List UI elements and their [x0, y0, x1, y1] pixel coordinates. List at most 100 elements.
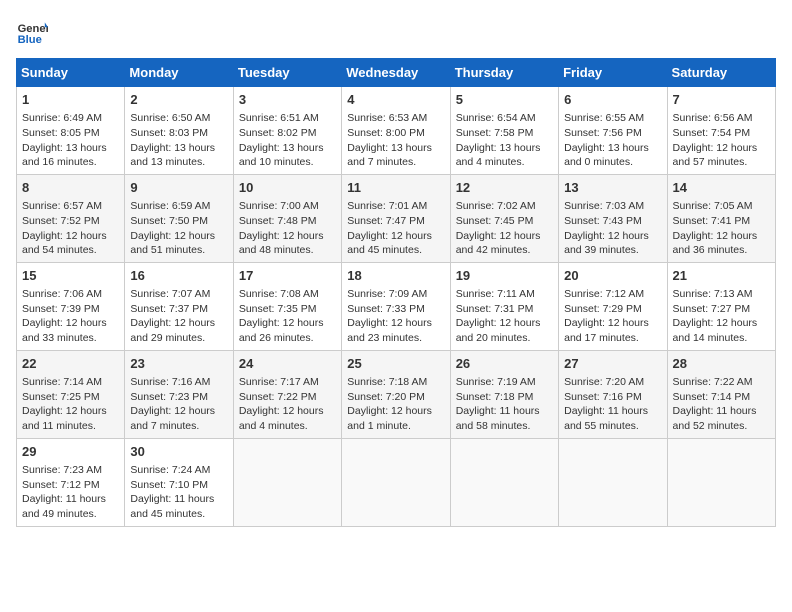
cell-text: Sunset: 7:52 PM	[22, 214, 119, 229]
cell-text: Sunset: 7:43 PM	[564, 214, 661, 229]
calendar-cell: 3Sunrise: 6:51 AMSunset: 8:02 PMDaylight…	[233, 87, 341, 175]
day-number: 14	[673, 179, 770, 197]
calendar-cell: 28Sunrise: 7:22 AMSunset: 7:14 PMDayligh…	[667, 350, 775, 438]
cell-text: Sunset: 7:41 PM	[673, 214, 770, 229]
cell-text: and 20 minutes.	[456, 331, 553, 346]
calendar-cell	[450, 438, 558, 526]
calendar-cell: 30Sunrise: 7:24 AMSunset: 7:10 PMDayligh…	[125, 438, 233, 526]
cell-text: and 54 minutes.	[22, 243, 119, 258]
cell-text: and 23 minutes.	[347, 331, 444, 346]
cell-text: Daylight: 12 hours	[347, 404, 444, 419]
cell-text: Sunrise: 7:14 AM	[22, 375, 119, 390]
calendar-cell: 25 Sunrise: 7:18 AMSunset: 7:20 PMDayligh…	[342, 350, 450, 438]
calendar-cell	[667, 438, 775, 526]
cell-text: Daylight: 13 hours	[239, 141, 336, 156]
cell-text: Sunrise: 7:19 AM	[456, 375, 553, 390]
page-header: General Blue	[16, 16, 776, 48]
day-number: 23	[130, 355, 227, 373]
cell-text: Sunset: 7:14 PM	[673, 390, 770, 405]
calendar-cell: 13Sunrise: 7:03 AMSunset: 7:43 PMDayligh…	[559, 174, 667, 262]
cell-text: Daylight: 12 hours	[22, 316, 119, 331]
calendar-cell: 7Sunrise: 6:56 AMSunset: 7:54 PMDaylight…	[667, 87, 775, 175]
column-header-friday: Friday	[559, 59, 667, 87]
day-number: 7	[673, 91, 770, 109]
cell-text: Daylight: 11 hours	[130, 492, 227, 507]
cell-text: Sunrise: 7:00 AM	[239, 199, 336, 214]
day-number: 22	[22, 355, 119, 373]
calendar-cell: 16Sunrise: 7:07 AMSunset: 7:37 PMDayligh…	[125, 262, 233, 350]
cell-text: Sunset: 7:25 PM	[22, 390, 119, 405]
cell-text: Sunset: 7:31 PM	[456, 302, 553, 317]
cell-text: Sunrise: 7:07 AM	[130, 287, 227, 302]
day-number: 19	[456, 267, 553, 285]
cell-text: and 36 minutes.	[673, 243, 770, 258]
cell-text: Sunset: 8:00 PM	[347, 126, 444, 141]
cell-text: Sunrise: 6:54 AM	[456, 111, 553, 126]
logo: General Blue	[16, 16, 52, 48]
day-number: 10	[239, 179, 336, 197]
cell-text: Sunrise: 7:23 AM	[22, 463, 119, 478]
cell-text: Sunset: 7:12 PM	[22, 478, 119, 493]
cell-text: Sunset: 7:22 PM	[239, 390, 336, 405]
cell-text: and 45 minutes.	[347, 243, 444, 258]
day-number: 12	[456, 179, 553, 197]
calendar-cell: 12Sunrise: 7:02 AMSunset: 7:45 PMDayligh…	[450, 174, 558, 262]
column-header-row: SundayMondayTuesdayWednesdayThursdayFrid…	[17, 59, 776, 87]
cell-text: Sunset: 7:33 PM	[347, 302, 444, 317]
cell-text: Daylight: 12 hours	[130, 316, 227, 331]
cell-text: and 11 minutes.	[22, 419, 119, 434]
calendar-cell: 22Sunrise: 7:14 AMSunset: 7:25 PMDayligh…	[17, 350, 125, 438]
cell-text: Sunrise: 7:01 AM	[347, 199, 444, 214]
cell-text: Sunset: 7:56 PM	[564, 126, 661, 141]
calendar-cell: 6Sunrise: 6:55 AMSunset: 7:56 PMDaylight…	[559, 87, 667, 175]
calendar-cell: 2Sunrise: 6:50 AMSunset: 8:03 PMDaylight…	[125, 87, 233, 175]
cell-text: Daylight: 13 hours	[22, 141, 119, 156]
calendar-week-2: 8Sunrise: 6:57 AMSunset: 7:52 PMDaylight…	[17, 174, 776, 262]
column-header-tuesday: Tuesday	[233, 59, 341, 87]
cell-text: and 49 minutes.	[22, 507, 119, 522]
calendar-cell	[342, 438, 450, 526]
cell-text: Sunrise: 7:13 AM	[673, 287, 770, 302]
day-number: 5	[456, 91, 553, 109]
calendar-week-1: 1Sunrise: 6:49 AMSunset: 8:05 PMDaylight…	[17, 87, 776, 175]
calendar-cell: 23Sunrise: 7:16 AMSunset: 7:23 PMDayligh…	[125, 350, 233, 438]
day-number: 2	[130, 91, 227, 109]
calendar-cell	[233, 438, 341, 526]
cell-text: Sunrise: 6:50 AM	[130, 111, 227, 126]
cell-text: Daylight: 12 hours	[564, 316, 661, 331]
cell-text: Sunset: 7:39 PM	[22, 302, 119, 317]
calendar-cell: 8Sunrise: 6:57 AMSunset: 7:52 PMDaylight…	[17, 174, 125, 262]
cell-text: Daylight: 12 hours	[673, 229, 770, 244]
day-number: 13	[564, 179, 661, 197]
cell-text: and 7 minutes.	[130, 419, 227, 434]
cell-text: Sunrise: 6:49 AM	[22, 111, 119, 126]
cell-text: Daylight: 12 hours	[22, 229, 119, 244]
day-number: 16	[130, 267, 227, 285]
column-header-thursday: Thursday	[450, 59, 558, 87]
cell-text: and 17 minutes.	[564, 331, 661, 346]
calendar-cell: 29Sunrise: 7:23 AMSunset: 7:12 PMDayligh…	[17, 438, 125, 526]
cell-text: Sunrise: 7:20 AM	[564, 375, 661, 390]
cell-text: Sunset: 7:54 PM	[673, 126, 770, 141]
calendar-week-3: 15Sunrise: 7:06 AMSunset: 7:39 PMDayligh…	[17, 262, 776, 350]
cell-text: Sunrise: 7:17 AM	[239, 375, 336, 390]
cell-text: Daylight: 12 hours	[130, 229, 227, 244]
day-number: 18	[347, 267, 444, 285]
day-number: 29	[22, 443, 119, 461]
cell-text: Sunset: 7:20 PM	[347, 390, 444, 405]
cell-text: and 57 minutes.	[673, 155, 770, 170]
cell-text: Sunrise: 7:18 AM	[347, 375, 444, 390]
cell-text: Daylight: 12 hours	[673, 141, 770, 156]
svg-text:General: General	[18, 23, 48, 35]
cell-text: and 39 minutes.	[564, 243, 661, 258]
day-number: 17	[239, 267, 336, 285]
day-number: 3	[239, 91, 336, 109]
calendar-cell: 24Sunrise: 7:17 AMSunset: 7:22 PMDayligh…	[233, 350, 341, 438]
calendar-cell: 5Sunrise: 6:54 AMSunset: 7:58 PMDaylight…	[450, 87, 558, 175]
day-number: 20	[564, 267, 661, 285]
day-number: 8	[22, 179, 119, 197]
day-number: 25	[347, 355, 444, 373]
cell-text: Daylight: 12 hours	[347, 229, 444, 244]
cell-text: Sunset: 7:45 PM	[456, 214, 553, 229]
cell-text: Sunrise: 6:59 AM	[130, 199, 227, 214]
